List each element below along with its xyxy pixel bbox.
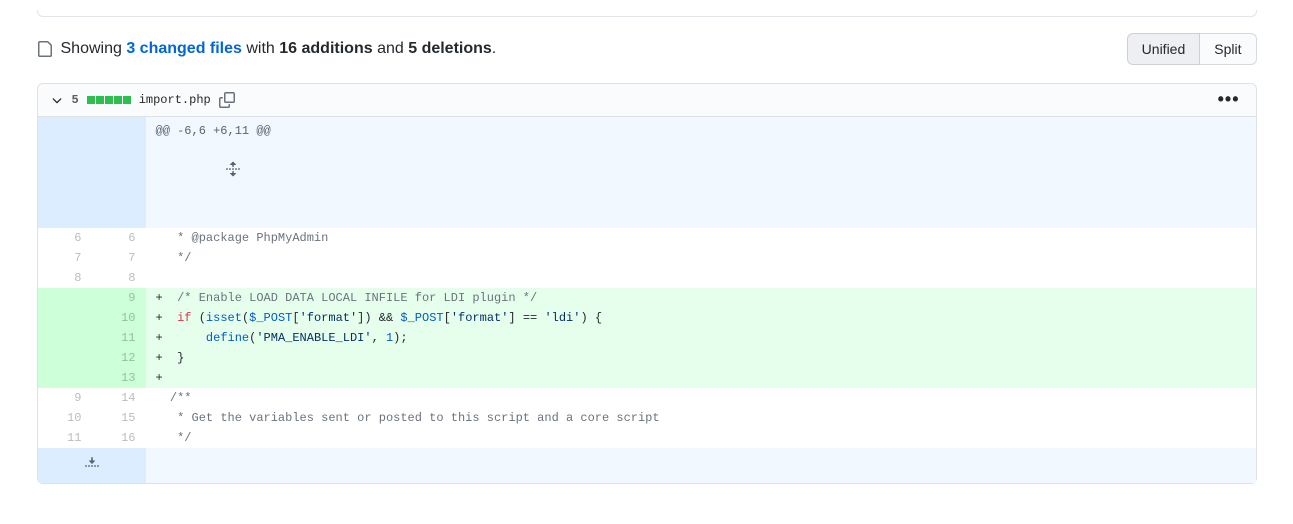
line-number-old[interactable]: 11 — [38, 428, 92, 448]
code-cell — [146, 268, 1256, 288]
hunk-header-row: @@ -6,6 +6,11 @@ — [38, 117, 1256, 228]
diff-view-toggle: Unified Split — [1127, 33, 1257, 65]
expand-hunk-button[interactable] — [38, 117, 146, 228]
diff-line-addition: 13+ — [38, 368, 1256, 388]
code-cell: * Get the variables sent or posted to th… — [146, 408, 1256, 428]
line-number-old[interactable] — [38, 348, 92, 368]
diffstat-add-block — [96, 96, 104, 104]
unified-button[interactable]: Unified — [1127, 33, 1201, 65]
diff-line-context: 1015 * Get the variables sent or posted … — [38, 408, 1256, 428]
diff-line-context: 66 * @package PhpMyAdmin — [38, 228, 1256, 248]
code-cell: + /* Enable LOAD DATA LOCAL INFILE for L… — [146, 288, 1256, 308]
diff-summary-text: Showing 3 changed files with 16 addition… — [37, 40, 497, 58]
split-button[interactable]: Split — [1200, 33, 1256, 65]
expand-all-icon — [124, 141, 241, 204]
line-number-old[interactable] — [38, 328, 92, 348]
chevron-down-icon — [50, 93, 64, 107]
summary-and: and — [373, 40, 409, 57]
code-cell: + — [146, 368, 1256, 388]
previous-panel-bottom-border — [37, 10, 1257, 17]
diffstat-blocks — [87, 96, 131, 104]
line-number-new[interactable]: 7 — [92, 248, 146, 268]
diff-line-addition: 12+ } — [38, 348, 1256, 368]
code-cell: */ — [146, 428, 1256, 448]
diff-line-context: 77 */ — [38, 248, 1256, 268]
file-actions-menu-button[interactable]: ••• — [1214, 92, 1244, 108]
summary-deletions: 5 deletions — [408, 40, 492, 57]
line-number-old[interactable] — [38, 288, 92, 308]
diff-line-addition: 9+ /* Enable LOAD DATA LOCAL INFILE for … — [38, 288, 1256, 308]
line-number-new[interactable]: 16 — [92, 428, 146, 448]
diff-summary-sentence: Showing 3 changed files with 16 addition… — [61, 40, 497, 58]
diff-line-context: 88 — [38, 268, 1256, 288]
kebab-icon: ••• — [1218, 89, 1240, 109]
diff-line-addition: 10+ if (isset($_POST['format']) && $_POS… — [38, 308, 1256, 328]
file-change-count: 5 — [72, 93, 79, 107]
diff-summary-row: Showing 3 changed files with 16 addition… — [37, 27, 1257, 81]
line-number-new[interactable]: 10 — [92, 308, 146, 328]
line-number-old[interactable]: 10 — [38, 408, 92, 428]
diff-line-context: 914 /** — [38, 388, 1256, 408]
summary-showing: Showing — [61, 40, 127, 57]
summary-additions: 16 additions — [279, 40, 372, 57]
file-diff: 5 import.php ••• — [37, 83, 1257, 484]
line-number-new[interactable]: 14 — [92, 388, 146, 408]
changed-files-link[interactable]: 3 changed files — [126, 40, 242, 57]
diff-line-context: 1116 */ — [38, 428, 1256, 448]
code-cell: */ — [146, 248, 1256, 268]
file-header-left: 5 import.php — [50, 92, 235, 108]
diff-table: @@ -6,6 +6,11 @@ 66 * @package PhpMyAdmi… — [38, 117, 1256, 483]
file-diff-icon — [37, 41, 53, 57]
line-number-old[interactable]: 9 — [38, 388, 92, 408]
code-cell: + if (isset($_POST['format']) && $_POST[… — [146, 308, 1256, 328]
file-header: 5 import.php ••• — [38, 84, 1256, 117]
code-cell: + } — [146, 348, 1256, 368]
line-number-new[interactable]: 6 — [92, 228, 146, 248]
line-number-new[interactable]: 13 — [92, 368, 146, 388]
diffstat-add-block — [87, 96, 95, 104]
code-cell: + define('PMA_ENABLE_LDI', 1); — [146, 328, 1256, 348]
diffstat-add-block — [114, 96, 122, 104]
summary-with: with — [242, 40, 279, 57]
diff-line-addition: 11+ define('PMA_ENABLE_LDI', 1); — [38, 328, 1256, 348]
code-cell: * @package PhpMyAdmin — [146, 228, 1256, 248]
code-cell: /** — [146, 388, 1256, 408]
line-number-old[interactable] — [38, 368, 92, 388]
expand-placeholder — [146, 448, 1256, 483]
line-number-new[interactable]: 11 — [92, 328, 146, 348]
diffstat-add-block — [105, 96, 113, 104]
expand-down-icon — [84, 454, 100, 477]
line-number-old[interactable] — [38, 308, 92, 328]
line-number-new[interactable]: 9 — [92, 288, 146, 308]
copy-path-button[interactable] — [219, 92, 235, 108]
line-number-new[interactable]: 12 — [92, 348, 146, 368]
collapse-file-button[interactable] — [50, 93, 64, 107]
file-name[interactable]: import.php — [139, 93, 211, 107]
line-number-old[interactable]: 6 — [38, 228, 92, 248]
line-number-new[interactable]: 8 — [92, 268, 146, 288]
line-number-new[interactable]: 15 — [92, 408, 146, 428]
expand-down-button[interactable] — [38, 448, 146, 483]
line-number-old[interactable]: 8 — [38, 268, 92, 288]
line-number-old[interactable]: 7 — [38, 248, 92, 268]
expand-down-row — [38, 448, 1256, 483]
hunk-header-text: @@ -6,6 +6,11 @@ — [146, 117, 1256, 228]
summary-period: . — [492, 40, 496, 57]
diffstat-add-block — [123, 96, 131, 104]
